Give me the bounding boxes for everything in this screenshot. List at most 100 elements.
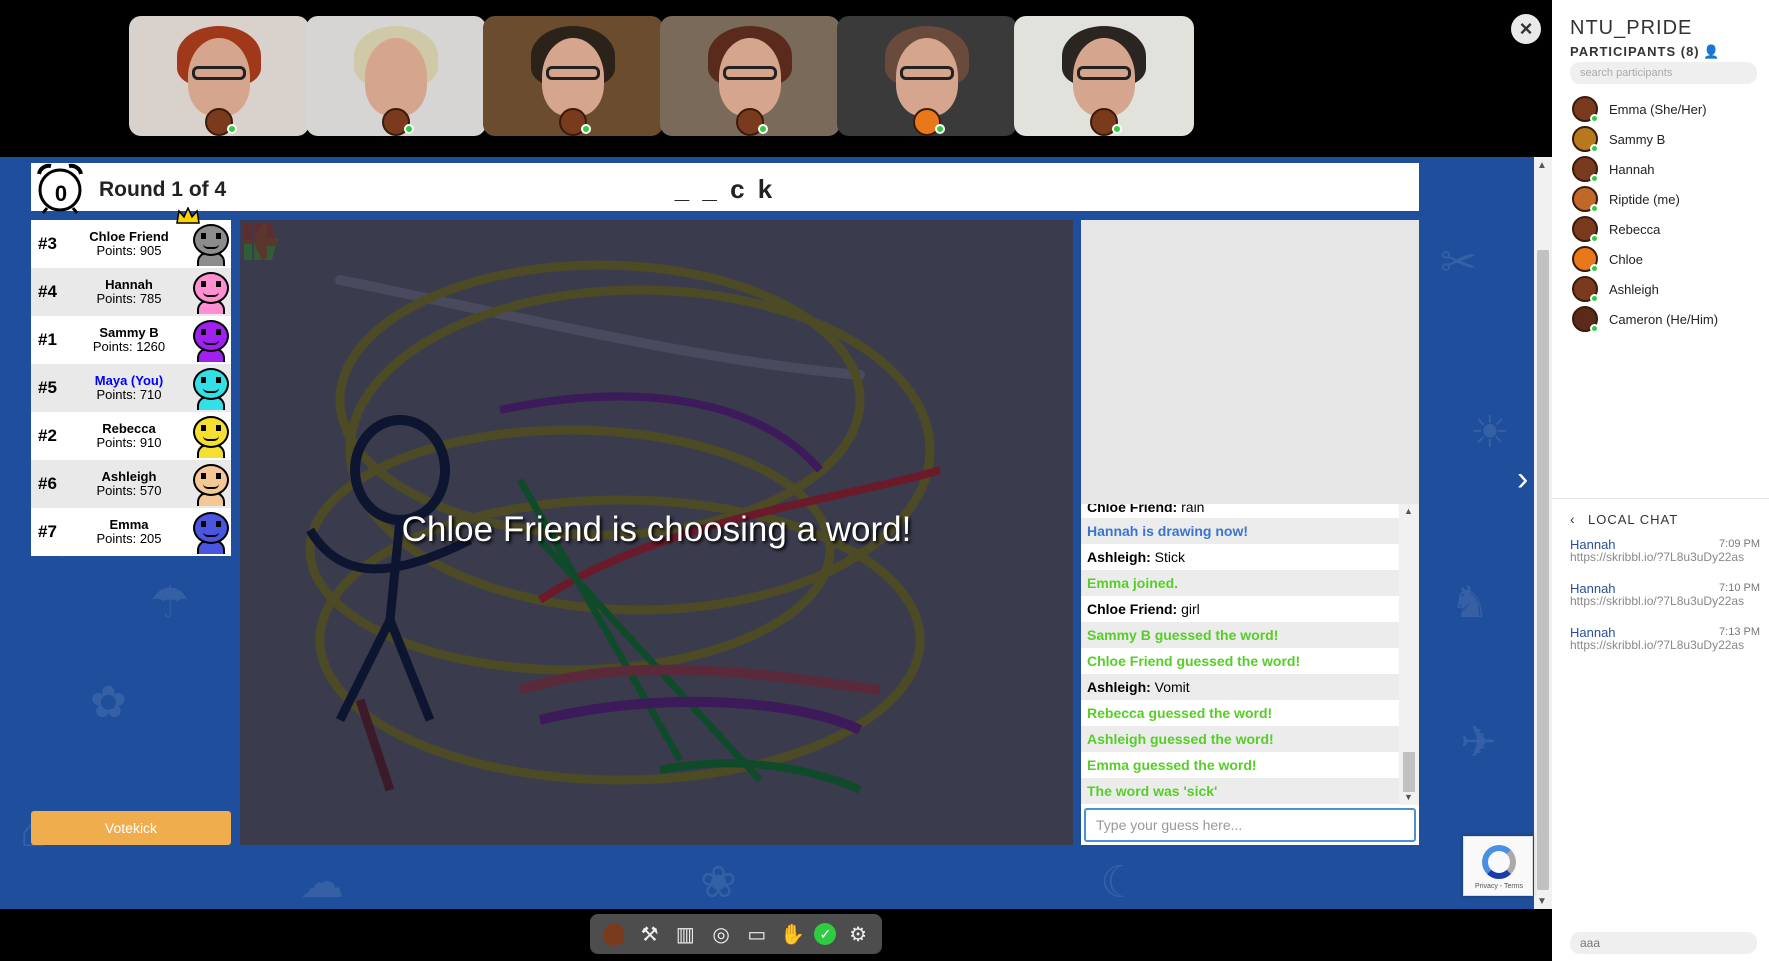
ad-panel <box>1081 220 1419 504</box>
avatar-small <box>603 923 624 945</box>
chat-scroll-down-icon[interactable]: ▼ <box>1404 792 1413 802</box>
target-icon[interactable]: ◎ <box>707 920 735 948</box>
recaptcha-badge[interactable]: Privacy - Terms <box>1463 836 1533 896</box>
doodle-icon: ❀ <box>700 858 737 907</box>
participant-name: Emma (She/Her) <box>1609 101 1707 117</box>
doodle-icon: ☀ <box>1470 408 1510 457</box>
participant-item[interactable]: Ashleigh <box>1572 274 1762 304</box>
map-icon[interactable]: ▥ <box>671 920 699 948</box>
recaptcha-label[interactable]: Privacy - Terms <box>1464 883 1534 890</box>
add-user-icon[interactable]: 👤 <box>1703 44 1719 60</box>
local-chat-time: 7:09 PM <box>1719 538 1760 550</box>
chat-lines: Chloe Friend: rain Hannah is drawing now!… <box>1081 504 1419 804</box>
avatar-mouth <box>203 388 219 393</box>
screen-share-icon[interactable]: ▭ <box>743 920 771 948</box>
player-row[interactable]: #6 Ashleigh Points: 570 <box>31 460 231 508</box>
chat-scrollbar[interactable]: ▲ ▼ <box>1399 504 1419 805</box>
avatar-head <box>193 416 229 448</box>
participant-item[interactable]: Cameron (He/Him) <box>1572 304 1762 334</box>
chevron-left-icon[interactable]: ‹ <box>1570 511 1575 527</box>
player-name: Sammy B <box>99 325 159 340</box>
guess-input[interactable] <box>1084 808 1416 842</box>
player-name: Chloe Friend <box>89 229 169 244</box>
chat-message: Ashleigh guessed the word! <box>1081 726 1399 752</box>
player-row[interactable]: #3 Chloe Friend Points: 905 <box>31 220 231 268</box>
drawing-canvas[interactable]: Chloe Friend is choosing a word! <box>240 220 1073 845</box>
scroll-down-icon[interactable]: ▼ <box>1537 896 1547 907</box>
player-row[interactable]: #2 Rebecca Points: 910 <box>31 412 231 460</box>
avatar-mouth <box>203 532 219 537</box>
participant-list: Emma (She/Her) Sammy B Hannah Riptide (me) R… <box>1572 94 1762 334</box>
avatar-head <box>193 320 229 352</box>
check-icon[interactable]: ✓ <box>814 923 837 945</box>
chat-scroll-up-icon[interactable]: ▲ <box>1404 506 1413 516</box>
player-row[interactable]: #1 Sammy B Points: 1260 <box>31 316 231 364</box>
participant-search-input[interactable] <box>1570 62 1757 84</box>
video-tile[interactable] <box>483 16 663 136</box>
local-chat-link[interactable]: https://skribbl.io/?7L8u3uDy22as <box>1570 551 1760 563</box>
chat-scrollbar-thumb[interactable] <box>1403 752 1415 792</box>
participant-item[interactable]: Sammy B <box>1572 124 1762 154</box>
video-tile[interactable] <box>306 16 486 136</box>
avatar-head <box>193 272 229 304</box>
video-tile[interactable] <box>660 16 840 136</box>
video-glasses <box>192 66 246 80</box>
chat-text: girl <box>1177 601 1200 617</box>
settings-icon[interactable]: ⚙ <box>844 920 872 948</box>
participant-item[interactable]: Rebecca <box>1572 214 1762 244</box>
player-avatar <box>189 414 231 458</box>
player-list: #3 Chloe Friend Points: 905 #4 Hannah Points:… <box>31 220 231 556</box>
recaptcha-logo-icon <box>1482 845 1516 879</box>
participant-item[interactable]: Hannah <box>1572 154 1762 184</box>
online-status-icon <box>1590 144 1599 153</box>
participant-avatar <box>1572 276 1599 303</box>
canvas-status-text: Chloe Friend is choosing a word! <box>401 510 912 549</box>
doodle-icon: ✂ <box>1440 238 1477 287</box>
avatar-mouth <box>203 340 219 345</box>
local-chat-link[interactable]: https://skribbl.io/?7L8u3uDy22as <box>1570 639 1760 651</box>
player-rank: #3 <box>38 234 57 253</box>
room-name: NTU_PRIDE <box>1570 17 1693 39</box>
thumbs-down-icon[interactable] <box>240 220 280 264</box>
player-avatar <box>189 222 231 266</box>
chat-text: Stick <box>1150 549 1186 565</box>
player-avatar <box>189 462 231 506</box>
video-tile[interactable] <box>837 16 1017 136</box>
video-tile[interactable] <box>1014 16 1194 136</box>
avatar-icon[interactable] <box>600 920 628 948</box>
player-points: Points: 785 <box>96 291 162 306</box>
chevron-right-icon[interactable]: › <box>1517 460 1528 499</box>
player-rank: #4 <box>38 282 57 301</box>
avatar-eyes <box>201 521 221 527</box>
avatar-eyes <box>201 425 221 431</box>
local-chat-link[interactable]: https://skribbl.io/?7L8u3uDy22as <box>1570 595 1760 607</box>
participant-item[interactable]: Riptide (me) <box>1572 184 1762 214</box>
page-scrollbar-thumb[interactable] <box>1537 250 1549 890</box>
player-row[interactable]: #5 Maya (You) Points: 710 <box>31 364 231 412</box>
participant-name: Ashleigh <box>1609 281 1659 297</box>
player-row[interactable]: #7 Emma Points: 205 <box>31 508 231 556</box>
participant-item[interactable]: Chloe <box>1572 244 1762 274</box>
player-info: Maya (You) Points: 710 <box>69 374 189 402</box>
video-tile[interactable] <box>129 16 309 136</box>
chat-message: Emma guessed the word! <box>1081 752 1399 778</box>
chat-message: Ashleigh: Stick <box>1081 544 1399 570</box>
local-chat-input[interactable] <box>1570 932 1757 954</box>
online-status-icon <box>935 124 945 134</box>
online-status-icon <box>1590 294 1599 303</box>
player-rank: #6 <box>38 474 57 493</box>
participant-avatar <box>1572 96 1599 123</box>
crown-icon <box>176 207 200 224</box>
chat-message: Chloe Friend guessed the word! <box>1081 648 1399 674</box>
player-points: Points: 905 <box>96 243 162 258</box>
online-status-icon <box>1112 124 1122 134</box>
close-button[interactable]: × <box>1511 14 1541 44</box>
participant-item[interactable]: Emma (She/Her) <box>1572 94 1762 124</box>
raise-hand-icon[interactable]: ✋ <box>779 920 807 948</box>
scroll-up-icon[interactable]: ▲ <box>1537 160 1547 171</box>
votekick-button[interactable]: Votekick <box>31 811 231 845</box>
hammer-icon[interactable]: ⚒ <box>636 920 664 948</box>
online-status-icon <box>1590 174 1599 183</box>
player-row[interactable]: #4 Hannah Points: 785 <box>31 268 231 316</box>
avatar-mouth <box>203 292 219 297</box>
